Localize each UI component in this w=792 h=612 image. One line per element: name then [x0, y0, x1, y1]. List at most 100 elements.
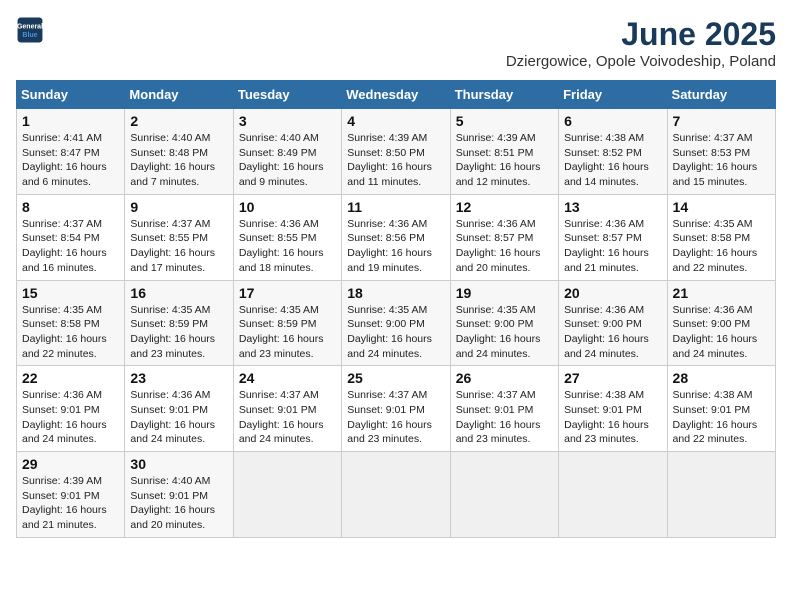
- calendar-header-row: SundayMondayTuesdayWednesdayThursdayFrid…: [17, 81, 776, 109]
- calendar-day-cell: 8Sunrise: 4:37 AM Sunset: 8:54 PM Daylig…: [17, 194, 125, 280]
- day-info: Sunrise: 4:39 AM Sunset: 8:50 PM Dayligh…: [347, 131, 444, 190]
- day-number: 19: [456, 285, 553, 301]
- calendar-day-cell: 24Sunrise: 4:37 AM Sunset: 9:01 PM Dayli…: [233, 366, 341, 452]
- calendar-week-row: 15Sunrise: 4:35 AM Sunset: 8:58 PM Dayli…: [17, 280, 776, 366]
- day-info: Sunrise: 4:38 AM Sunset: 9:01 PM Dayligh…: [564, 388, 661, 447]
- day-number: 8: [22, 199, 119, 215]
- svg-text:Blue: Blue: [22, 32, 37, 39]
- day-number: 26: [456, 370, 553, 386]
- day-number: 28: [673, 370, 770, 386]
- weekday-header: Monday: [125, 81, 233, 109]
- logo: General Blue: [16, 16, 44, 44]
- day-info: Sunrise: 4:37 AM Sunset: 9:01 PM Dayligh…: [456, 388, 553, 447]
- calendar-day-cell: 2 Sunrise: 4:40 AM Sunset: 8:48 PM Daylig…: [125, 109, 233, 195]
- weekday-header: Wednesday: [342, 81, 450, 109]
- calendar-day-cell: 14 Sunrise: 4:35 AM Sunset: 8:58 PM Dayli…: [667, 194, 775, 280]
- day-info: Sunrise: 4:39 AM Sunset: 8:51 PM Dayligh…: [456, 131, 553, 190]
- day-number: 13: [564, 199, 661, 215]
- day-info: Sunrise: 4:35 AM Sunset: 8:58 PM Dayligh…: [673, 217, 770, 276]
- day-number: 25: [347, 370, 444, 386]
- day-info: Sunrise: 4:37 AM Sunset: 8:55 PM Dayligh…: [130, 217, 227, 276]
- day-number: 5: [456, 113, 553, 129]
- day-info: Sunrise: 4:40 AM Sunset: 8:48 PM Dayligh…: [130, 131, 227, 190]
- calendar-day-cell: 3 Sunrise: 4:40 AM Sunset: 8:49 PM Daylig…: [233, 109, 341, 195]
- calendar-day-cell: 30 Sunrise: 4:40 AM Sunset: 9:01 PM Dayli…: [125, 452, 233, 538]
- calendar-table: SundayMondayTuesdayWednesdayThursdayFrid…: [16, 80, 776, 538]
- calendar-week-row: 1 Sunrise: 4:41 AM Sunset: 8:47 PM Daylig…: [17, 109, 776, 195]
- calendar-day-cell: [559, 452, 667, 538]
- day-number: 9: [130, 199, 227, 215]
- calendar-day-cell: 17Sunrise: 4:35 AM Sunset: 8:59 PM Dayli…: [233, 280, 341, 366]
- day-number: 17: [239, 285, 336, 301]
- calendar-day-cell: 15Sunrise: 4:35 AM Sunset: 8:58 PM Dayli…: [17, 280, 125, 366]
- day-info: Sunrise: 4:36 AM Sunset: 8:57 PM Dayligh…: [564, 217, 661, 276]
- day-number: 7: [673, 113, 770, 129]
- day-info: Sunrise: 4:36 AM Sunset: 9:00 PM Dayligh…: [564, 303, 661, 362]
- day-number: 18: [347, 285, 444, 301]
- day-number: 6: [564, 113, 661, 129]
- weekday-header: Tuesday: [233, 81, 341, 109]
- calendar-day-cell: [667, 452, 775, 538]
- month-title: June 2025: [506, 16, 776, 53]
- calendar-day-cell: 12 Sunrise: 4:36 AM Sunset: 8:57 PM Dayli…: [450, 194, 558, 280]
- day-number: 30: [130, 456, 227, 472]
- calendar-day-cell: 11Sunrise: 4:36 AM Sunset: 8:56 PM Dayli…: [342, 194, 450, 280]
- calendar-day-cell: [342, 452, 450, 538]
- day-info: Sunrise: 4:40 AM Sunset: 8:49 PM Dayligh…: [239, 131, 336, 190]
- day-info: Sunrise: 4:36 AM Sunset: 9:00 PM Dayligh…: [673, 303, 770, 362]
- calendar-day-cell: 26 Sunrise: 4:37 AM Sunset: 9:01 PM Dayli…: [450, 366, 558, 452]
- svg-text:General: General: [17, 23, 43, 30]
- day-number: 2: [130, 113, 227, 129]
- day-info: Sunrise: 4:36 AM Sunset: 8:55 PM Dayligh…: [239, 217, 336, 276]
- weekday-header: Thursday: [450, 81, 558, 109]
- day-info: Sunrise: 4:37 AM Sunset: 9:01 PM Dayligh…: [239, 388, 336, 447]
- day-number: 4: [347, 113, 444, 129]
- page-header: General Blue June 2025 Dziergowice, Opol…: [16, 16, 776, 70]
- day-number: 21: [673, 285, 770, 301]
- day-info: Sunrise: 4:35 AM Sunset: 9:00 PM Dayligh…: [347, 303, 444, 362]
- calendar-day-cell: 29Sunrise: 4:39 AM Sunset: 9:01 PM Dayli…: [17, 452, 125, 538]
- calendar-day-cell: 21 Sunrise: 4:36 AM Sunset: 9:00 PM Dayli…: [667, 280, 775, 366]
- day-number: 20: [564, 285, 661, 301]
- day-number: 29: [22, 456, 119, 472]
- calendar-week-row: 8Sunrise: 4:37 AM Sunset: 8:54 PM Daylig…: [17, 194, 776, 280]
- calendar-day-cell: 7 Sunrise: 4:37 AM Sunset: 8:53 PM Daylig…: [667, 109, 775, 195]
- calendar-day-cell: 1 Sunrise: 4:41 AM Sunset: 8:47 PM Daylig…: [17, 109, 125, 195]
- day-number: 15: [22, 285, 119, 301]
- day-number: 10: [239, 199, 336, 215]
- title-block: June 2025 Dziergowice, Opole Voivodeship…: [506, 16, 776, 70]
- calendar-day-cell: 16 Sunrise: 4:35 AM Sunset: 8:59 PM Dayli…: [125, 280, 233, 366]
- calendar-day-cell: 20 Sunrise: 4:36 AM Sunset: 9:00 PM Dayli…: [559, 280, 667, 366]
- calendar-day-cell: 13 Sunrise: 4:36 AM Sunset: 8:57 PM Dayli…: [559, 194, 667, 280]
- day-info: Sunrise: 4:36 AM Sunset: 8:57 PM Dayligh…: [456, 217, 553, 276]
- location-subtitle: Dziergowice, Opole Voivodeship, Poland: [506, 53, 776, 70]
- day-number: 23: [130, 370, 227, 386]
- day-info: Sunrise: 4:36 AM Sunset: 8:56 PM Dayligh…: [347, 217, 444, 276]
- calendar-day-cell: 18 Sunrise: 4:35 AM Sunset: 9:00 PM Dayli…: [342, 280, 450, 366]
- calendar-day-cell: 4 Sunrise: 4:39 AM Sunset: 8:50 PM Daylig…: [342, 109, 450, 195]
- day-info: Sunrise: 4:37 AM Sunset: 8:53 PM Dayligh…: [673, 131, 770, 190]
- day-info: Sunrise: 4:41 AM Sunset: 8:47 PM Dayligh…: [22, 131, 119, 190]
- day-number: 1: [22, 113, 119, 129]
- day-info: Sunrise: 4:35 AM Sunset: 8:59 PM Dayligh…: [130, 303, 227, 362]
- day-number: 14: [673, 199, 770, 215]
- day-number: 27: [564, 370, 661, 386]
- calendar-day-cell: 19Sunrise: 4:35 AM Sunset: 9:00 PM Dayli…: [450, 280, 558, 366]
- calendar-day-cell: 5 Sunrise: 4:39 AM Sunset: 8:51 PM Daylig…: [450, 109, 558, 195]
- day-info: Sunrise: 4:40 AM Sunset: 9:01 PM Dayligh…: [130, 474, 227, 533]
- weekday-header: Sunday: [17, 81, 125, 109]
- calendar-week-row: 29Sunrise: 4:39 AM Sunset: 9:01 PM Dayli…: [17, 452, 776, 538]
- calendar-day-cell: 10 Sunrise: 4:36 AM Sunset: 8:55 PM Dayli…: [233, 194, 341, 280]
- day-number: 22: [22, 370, 119, 386]
- day-number: 16: [130, 285, 227, 301]
- calendar-day-cell: 28 Sunrise: 4:38 AM Sunset: 9:01 PM Dayli…: [667, 366, 775, 452]
- calendar-day-cell: 22Sunrise: 4:36 AM Sunset: 9:01 PM Dayli…: [17, 366, 125, 452]
- calendar-day-cell: 9 Sunrise: 4:37 AM Sunset: 8:55 PM Daylig…: [125, 194, 233, 280]
- day-number: 12: [456, 199, 553, 215]
- day-info: Sunrise: 4:36 AM Sunset: 9:01 PM Dayligh…: [130, 388, 227, 447]
- calendar-day-cell: [233, 452, 341, 538]
- weekday-header: Saturday: [667, 81, 775, 109]
- day-info: Sunrise: 4:38 AM Sunset: 9:01 PM Dayligh…: [673, 388, 770, 447]
- day-number: 3: [239, 113, 336, 129]
- calendar-day-cell: 6Sunrise: 4:38 AM Sunset: 8:52 PM Daylig…: [559, 109, 667, 195]
